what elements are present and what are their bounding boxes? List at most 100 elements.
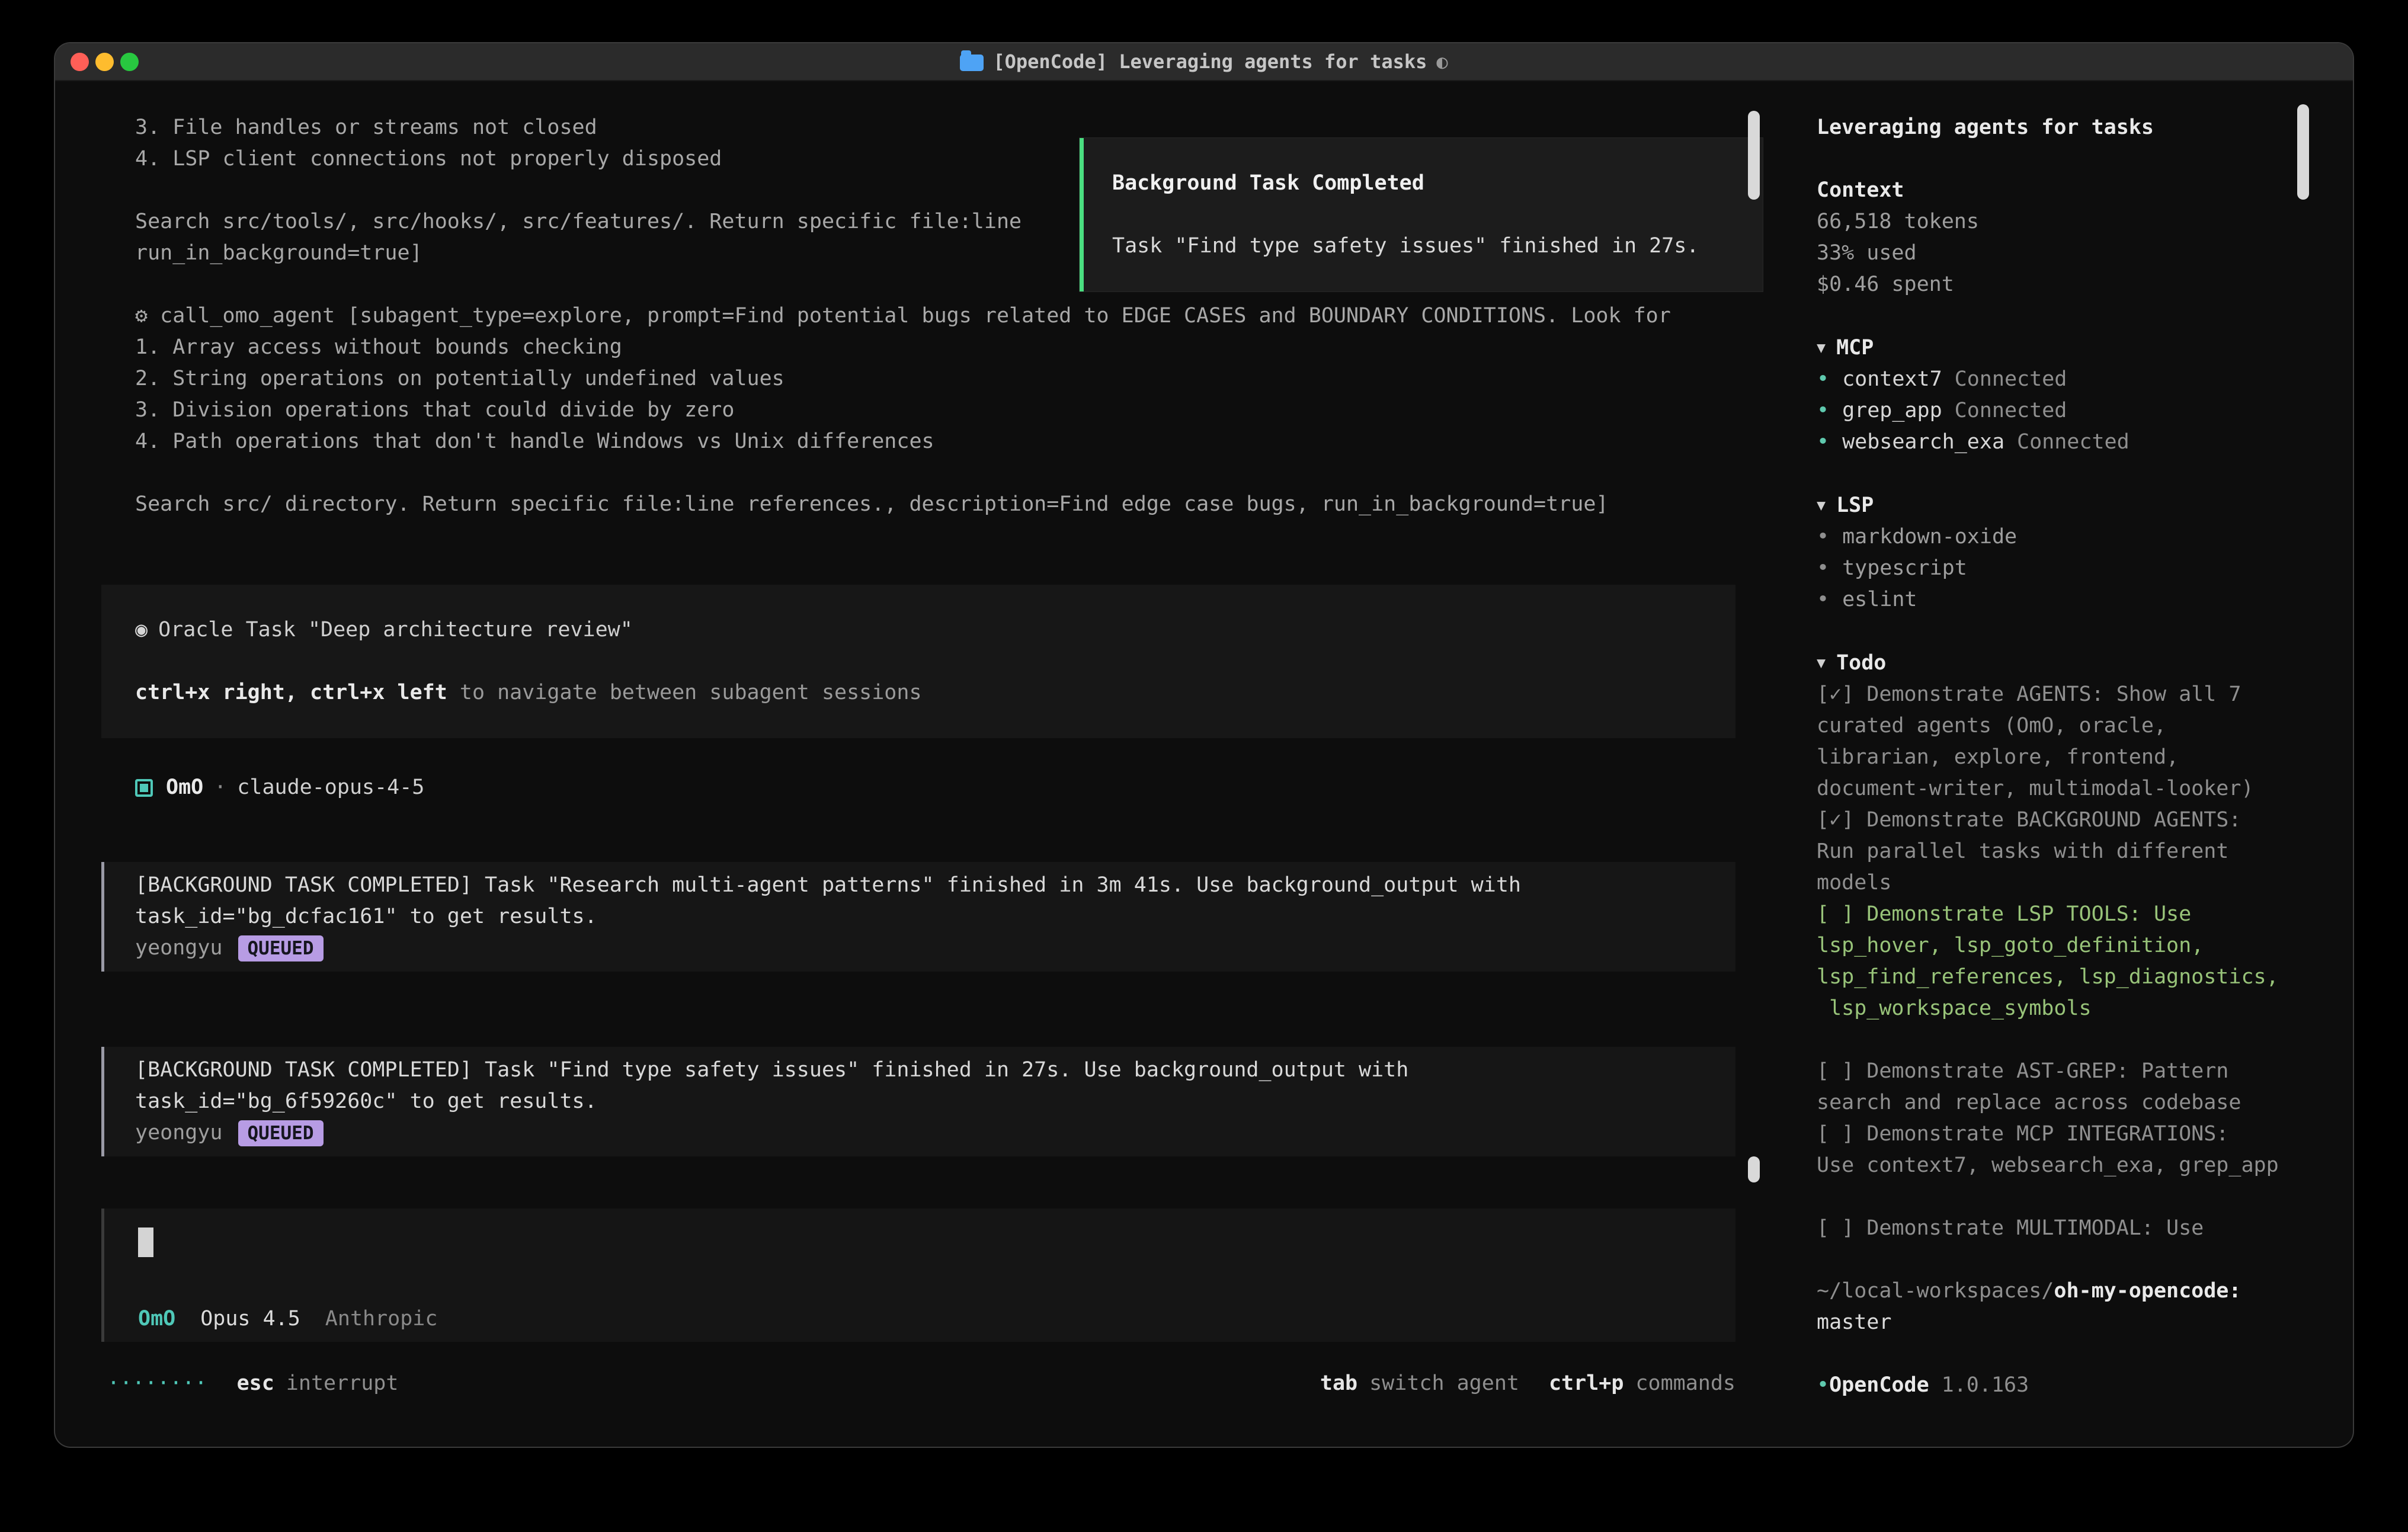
active-agent-label: OmO (138, 1303, 175, 1335)
oracle-task-panel[interactable]: ◉Oracle Task "Deep architecture review" … (101, 585, 1735, 738)
separator-dot: · (214, 772, 226, 803)
subagent-navigation-hint: ctrl+x right, ctrl+x left to navigate be… (135, 677, 1735, 709)
lsp-item: • eslint (1817, 584, 2298, 616)
lsp-name: typescript (1842, 556, 1967, 580)
folder-icon (960, 55, 984, 71)
main-scrollbar-thumb[interactable] (1748, 111, 1760, 200)
spinner-dots-icon: ········ (107, 1368, 207, 1399)
task-message-text: [BACKGROUND TASK COMPLETED] Task "Resear… (135, 870, 1735, 932)
context-used: 33% used (1817, 238, 2298, 269)
task-message: [BACKGROUND TASK COMPLETED] Task "Find t… (101, 1047, 1735, 1156)
lsp-item: • typescript (1817, 553, 2298, 584)
background-task-notification: Background Task Completed Task "Find typ… (1080, 138, 1763, 291)
commands-hint-group: ctrl+p commands (1549, 1368, 1735, 1399)
lsp-section-label: LSP (1836, 493, 1874, 517)
context-heading: Context (1817, 175, 2298, 206)
shortcut-keys: ctrl+x right, ctrl+x left (135, 681, 447, 704)
ctrlp-key-label: commands (1635, 1368, 1735, 1399)
todo-item: [ ] Demonstrate MCP INTEGRATIONS: Use co… (1817, 1118, 2298, 1181)
notification-body: Task "Find type safety issues" finished … (1112, 230, 1763, 262)
workspace-repo: oh-my-opencode: (2054, 1279, 2241, 1303)
bullet-icon: • (1817, 556, 1829, 580)
oracle-task-title: Oracle Task "Deep architecture review" (158, 618, 633, 642)
session-title: Leveraging agents for tasks (1817, 112, 2298, 143)
opencode-version: 1.0.163 (1942, 1373, 2029, 1397)
context-tokens: 66,518 tokens (1817, 206, 2298, 238)
terminal-window: [OpenCode] Leveraging agents for tasks ◐… (55, 43, 2353, 1447)
mcp-name: context7 (1842, 367, 1942, 391)
tab-hint-group: tab switch agent (1320, 1368, 1519, 1399)
shortcut-description: to navigate between subagent sessions (447, 681, 922, 704)
oracle-task-title-row: ◉ Oracle Task "Deep architecture review" (135, 614, 1735, 646)
mcp-name: grep_app (1842, 399, 1942, 422)
status-badge: QUEUED (238, 935, 324, 961)
active-model-label: Opus 4.5 (200, 1303, 300, 1335)
status-bar: ········ esc interrupt tab switch agent … (107, 1368, 1735, 1399)
window-title: [OpenCode] Leveraging agents for tasks (993, 46, 1427, 78)
task-author: yeongyu (135, 932, 223, 964)
tab-key-hint: tab (1320, 1368, 1357, 1399)
opencode-name: OpenCode (1829, 1373, 1929, 1397)
workspace-path: ~/local-workspaces/oh-my-opencode: maste… (1817, 1275, 2298, 1338)
task-message: [BACKGROUND TASK COMPLETED] Task "Resear… (101, 862, 1735, 972)
mcp-item: • websearch_exa Connected (1817, 427, 2298, 458)
agent-header: OmO · claude-opus-4-5 (135, 772, 424, 803)
main-scrollbar-thumb[interactable] (1748, 1156, 1760, 1182)
agent-name: OmO (166, 772, 203, 803)
prompt-input[interactable]: OmO Opus 4.5 Anthropic (101, 1209, 1735, 1342)
bullet-icon: • (1817, 525, 1829, 549)
mcp-status: Connected (2017, 430, 2130, 454)
session-state-icon: ◐ (1436, 46, 1448, 78)
mcp-item: • grep_app Connected (1817, 395, 2298, 427)
bullet-icon: • (1817, 367, 1829, 391)
todo-section-heading[interactable]: ▼ Todo (1817, 647, 2298, 679)
status-bar-right: tab switch agent ctrl+p commands (1291, 1368, 1735, 1399)
mcp-name: websearch_exa (1842, 430, 2004, 454)
sidebar-scrollbar-thumb[interactable] (2297, 104, 2309, 200)
model-info-row: OmO Opus 4.5 Anthropic (138, 1303, 437, 1335)
esc-key-hint: esc (237, 1368, 274, 1399)
opencode-version-row: •OpenCode1.0.163 (1817, 1370, 2298, 1401)
esc-key-label: interrupt (286, 1368, 399, 1399)
lsp-name: markdown-oxide (1842, 525, 2017, 549)
oracle-icon: ◉ (135, 618, 148, 642)
notification-title: Background Task Completed (1112, 168, 1763, 199)
mcp-section-label: MCP (1836, 336, 1874, 360)
task-author: yeongyu (135, 1117, 223, 1149)
lsp-item: • markdown-oxide (1817, 521, 2298, 553)
lsp-name: eslint (1842, 588, 1917, 611)
window-titlebar[interactable]: [OpenCode] Leveraging agents for tasks ◐ (55, 43, 2353, 81)
todo-item: [ ] Demonstrate MULTIMODAL: Use (1817, 1213, 2298, 1244)
mcp-status: Connected (1955, 367, 2067, 391)
workspace-branch: master (1817, 1307, 2298, 1338)
workspace-path-line: ~/local-workspaces/oh-my-opencode: (1817, 1275, 2298, 1307)
lsp-section-heading[interactable]: ▼ LSP (1817, 489, 2298, 521)
todo-item: [ ] Demonstrate AST-GREP: Pattern search… (1817, 1056, 2298, 1118)
task-message-meta: yeongyu QUEUED (135, 932, 1735, 964)
bullet-icon: • (1817, 430, 1829, 454)
task-message-meta: yeongyu QUEUED (135, 1117, 1735, 1149)
mcp-item: • context7 Connected (1817, 364, 2298, 395)
context-spent: $0.46 spent (1817, 269, 2298, 300)
bullet-icon: • (1817, 588, 1829, 611)
task-message-text: [BACKGROUND TASK COMPLETED] Task "Find t… (135, 1055, 1735, 1117)
todo-section-label: Todo (1836, 651, 1886, 675)
window-title-group: [OpenCode] Leveraging agents for tasks ◐ (55, 43, 2353, 80)
status-badge: QUEUED (238, 1120, 324, 1146)
chevron-down-icon: ▼ (1817, 654, 1826, 671)
todo-item: [✓] Demonstrate AGENTS: Show all 7 curat… (1817, 679, 2298, 805)
status-bar-left: ········ esc interrupt (107, 1368, 398, 1399)
mcp-section-heading[interactable]: ▼ MCP (1817, 332, 2298, 364)
mcp-status: Connected (1955, 399, 2067, 422)
bullet-icon: • (1817, 399, 1829, 422)
ctrlp-key-hint: ctrl+p (1549, 1368, 1624, 1399)
text-cursor (138, 1227, 153, 1257)
workspace-prefix: ~/local-workspaces/ (1817, 1279, 2054, 1303)
chevron-down-icon: ▼ (1817, 339, 1826, 356)
todo-item: [ ] Demonstrate LSP TOOLS: Use lsp_hover… (1817, 899, 2298, 1024)
provider-label: Anthropic (325, 1303, 438, 1335)
tab-key-label: switch agent (1369, 1368, 1519, 1399)
agent-square-icon (135, 779, 153, 797)
agent-model: claude-opus-4-5 (237, 772, 424, 803)
chevron-down-icon: ▼ (1817, 496, 1826, 514)
